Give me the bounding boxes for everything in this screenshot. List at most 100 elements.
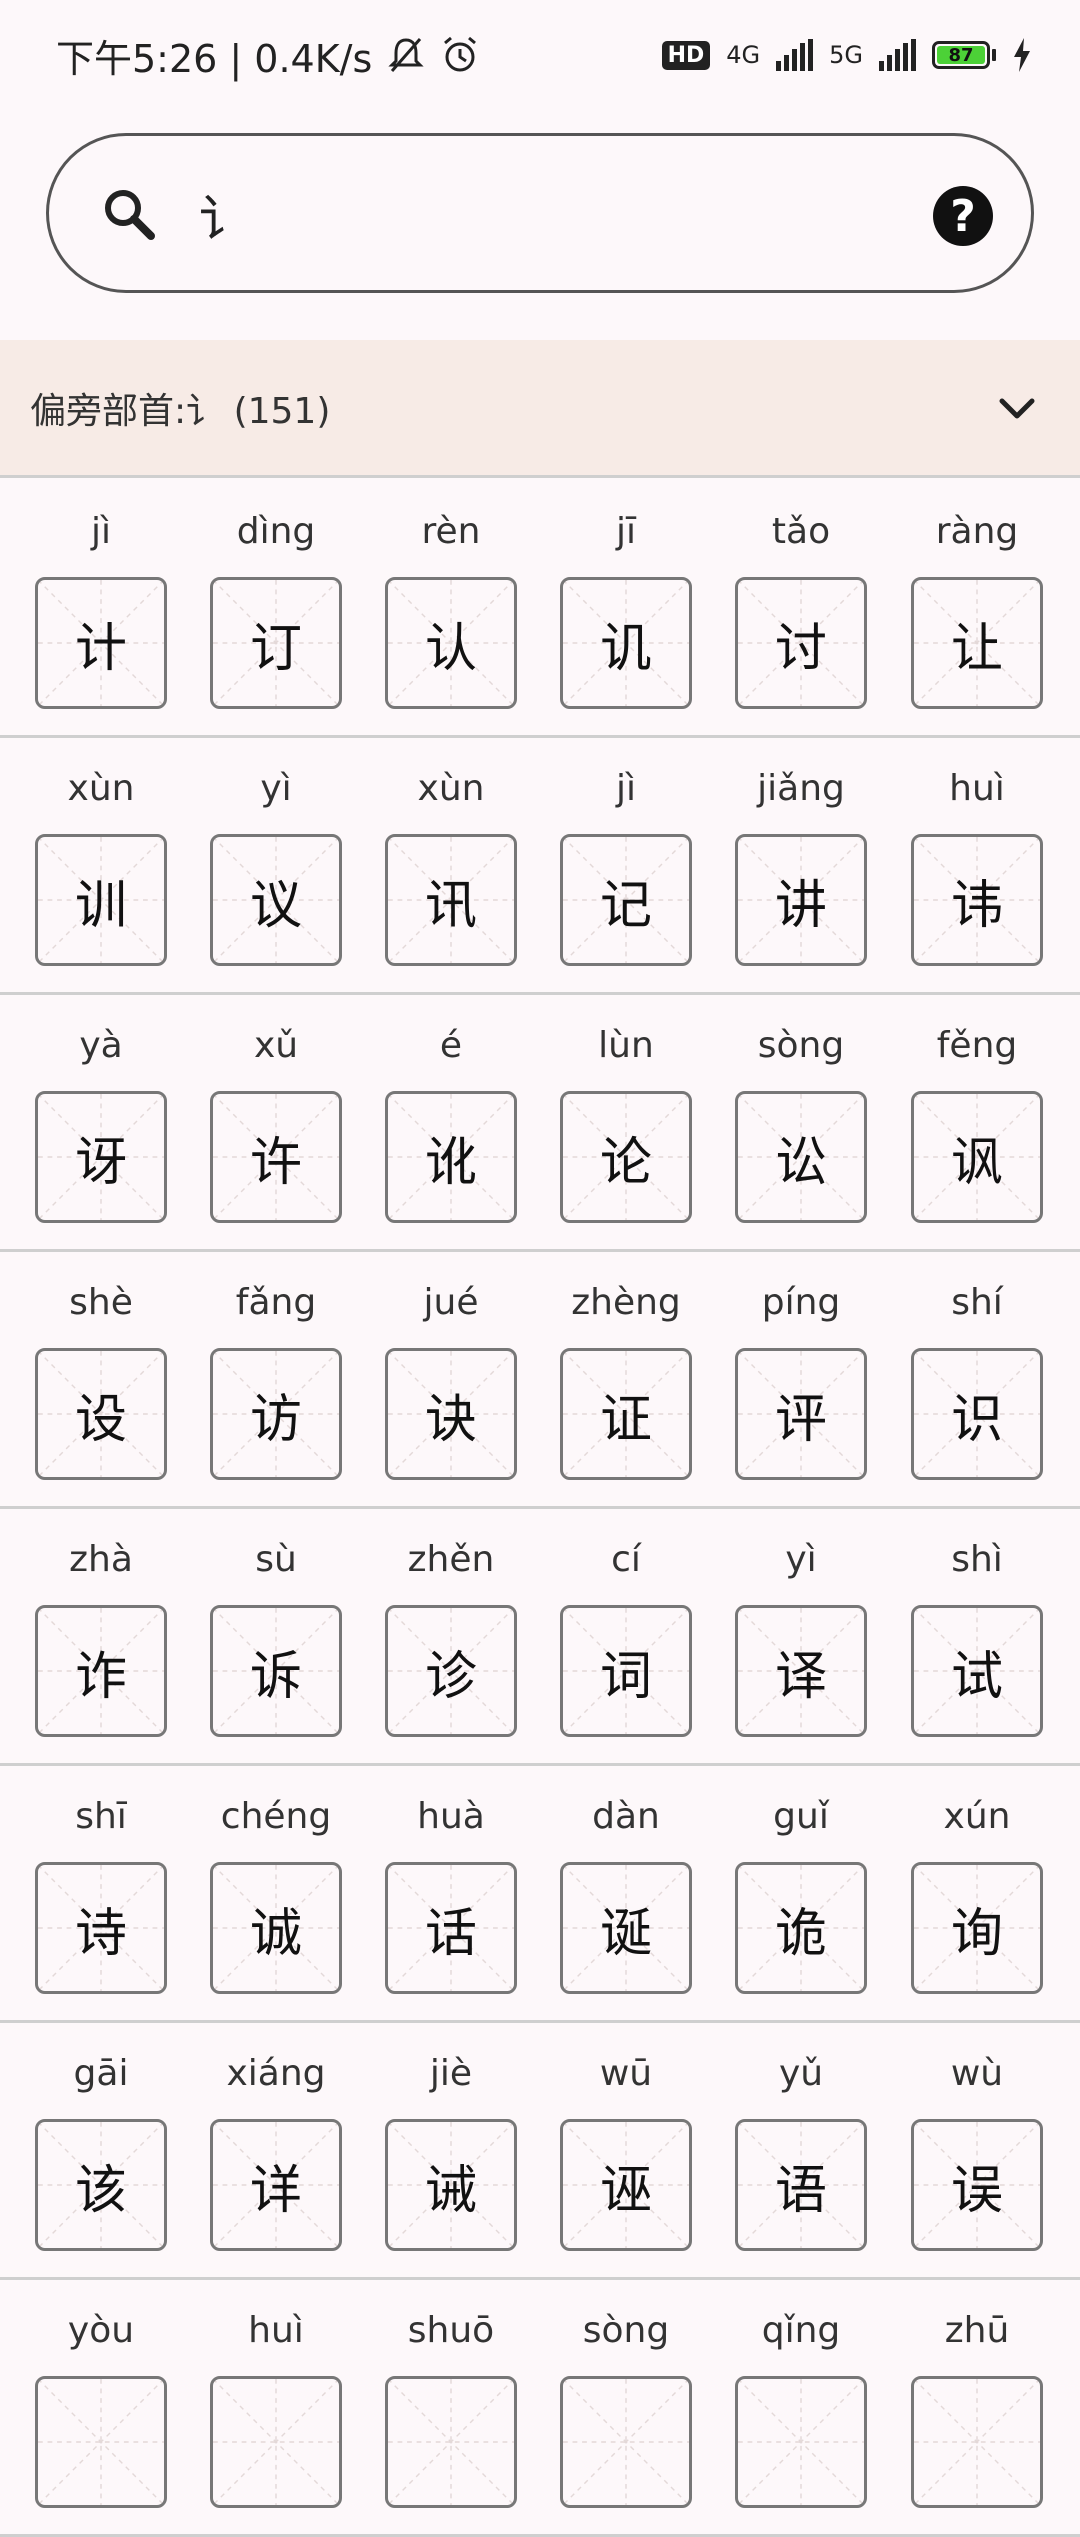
character-box[interactable]: 译 — [735, 1605, 867, 1737]
character-cell[interactable]: sòng 讼 — [735, 995, 867, 1252]
character-cell[interactable]: dìng 订 — [210, 481, 342, 738]
character-box[interactable]: 讳 — [911, 834, 1043, 966]
character-cell[interactable]: xùn 讯 — [385, 738, 517, 995]
character-box[interactable]: 讥 — [560, 577, 692, 709]
character-box[interactable] — [560, 2376, 692, 2508]
character-box[interactable]: 诉 — [210, 1605, 342, 1737]
character-cell[interactable]: wū 诬 — [560, 2023, 692, 2280]
character-cell[interactable]: rèn 认 — [385, 481, 517, 738]
character-box[interactable]: 讽 — [911, 1091, 1043, 1223]
character-box[interactable]: 讼 — [735, 1091, 867, 1223]
help-icon[interactable]: ? — [933, 186, 993, 246]
character-cell[interactable]: xiáng 详 — [210, 2023, 342, 2280]
search-bar[interactable]: ? — [46, 133, 1034, 293]
character-cell[interactable]: ràng 让 — [911, 481, 1043, 738]
character-cell[interactable]: píng 评 — [735, 1252, 867, 1509]
character-box[interactable]: 诚 — [210, 1862, 342, 1994]
character-cell[interactable]: sù 诉 — [210, 1509, 342, 1766]
character-cell[interactable]: guǐ 诡 — [735, 1766, 867, 2023]
character-cell[interactable]: jué 诀 — [385, 1252, 517, 1509]
character-cell[interactable]: shè 设 — [35, 1252, 167, 1509]
character-cell[interactable]: sòng — [560, 2280, 692, 2537]
character-cell[interactable]: yà 讶 — [35, 995, 167, 1252]
character-cell[interactable]: gāi 该 — [35, 2023, 167, 2280]
character-cell[interactable]: zhà 诈 — [35, 1509, 167, 1766]
character-box[interactable]: 试 — [911, 1605, 1043, 1737]
character-box[interactable]: 设 — [35, 1348, 167, 1480]
character-box[interactable] — [210, 2376, 342, 2508]
character-cell[interactable]: xǔ 许 — [210, 995, 342, 1252]
character-cell[interactable]: xùn 训 — [35, 738, 167, 995]
character-cell[interactable]: shī 诗 — [35, 1766, 167, 2023]
character-box[interactable]: 诗 — [35, 1862, 167, 1994]
character-box[interactable]: 记 — [560, 834, 692, 966]
character-box[interactable] — [911, 2376, 1043, 2508]
character-box[interactable] — [35, 2376, 167, 2508]
character-cell[interactable]: qǐng — [735, 2280, 867, 2537]
character-box[interactable] — [385, 2376, 517, 2508]
character-cell[interactable]: fǎng 访 — [210, 1252, 342, 1509]
character-box[interactable]: 讹 — [385, 1091, 517, 1223]
character-cell[interactable]: fěng 讽 — [911, 995, 1043, 1252]
character-cell[interactable]: zhū — [911, 2280, 1043, 2537]
character-box[interactable]: 识 — [911, 1348, 1043, 1480]
character-box[interactable]: 词 — [560, 1605, 692, 1737]
character-cell[interactable]: zhěn 诊 — [385, 1509, 517, 1766]
character-box[interactable]: 诞 — [560, 1862, 692, 1994]
character-box[interactable]: 训 — [35, 834, 167, 966]
character-box[interactable]: 计 — [35, 577, 167, 709]
character-cell[interactable]: huà 话 — [385, 1766, 517, 2023]
character-cell[interactable]: yì 译 — [735, 1509, 867, 1766]
character-box[interactable]: 评 — [735, 1348, 867, 1480]
character-box[interactable]: 详 — [210, 2119, 342, 2251]
character-cell[interactable]: jiè 诫 — [385, 2023, 517, 2280]
character-cell[interactable]: zhèng 证 — [560, 1252, 692, 1509]
character-box[interactable]: 话 — [385, 1862, 517, 1994]
character-cell[interactable]: huì 讳 — [911, 738, 1043, 995]
search-icon[interactable] — [101, 186, 157, 242]
character-box[interactable]: 议 — [210, 834, 342, 966]
character-cell[interactable]: cí 词 — [560, 1509, 692, 1766]
character-box[interactable]: 诬 — [560, 2119, 692, 2251]
character-box[interactable]: 该 — [35, 2119, 167, 2251]
search-input[interactable] — [197, 174, 901, 256]
character-box[interactable]: 诫 — [385, 2119, 517, 2251]
character-box[interactable]: 询 — [911, 1862, 1043, 1994]
character-cell[interactable]: dàn 诞 — [560, 1766, 692, 2023]
character-cell[interactable]: yòu — [35, 2280, 167, 2537]
character-cell[interactable]: shí 识 — [911, 1252, 1043, 1509]
character-box[interactable]: 诀 — [385, 1348, 517, 1480]
character-box[interactable]: 讲 — [735, 834, 867, 966]
character-box[interactable]: 讨 — [735, 577, 867, 709]
character-box[interactable]: 讯 — [385, 834, 517, 966]
character-box[interactable]: 让 — [911, 577, 1043, 709]
character-cell[interactable]: chéng 诚 — [210, 1766, 342, 2023]
character-cell[interactable]: huì — [210, 2280, 342, 2537]
character-cell[interactable]: jiǎng 讲 — [735, 738, 867, 995]
character-box[interactable]: 论 — [560, 1091, 692, 1223]
character-box[interactable]: 证 — [560, 1348, 692, 1480]
chevron-down-icon[interactable] — [996, 387, 1038, 429]
character-cell[interactable]: jī 讥 — [560, 481, 692, 738]
character-box[interactable]: 误 — [911, 2119, 1043, 2251]
character-box[interactable]: 语 — [735, 2119, 867, 2251]
character-box[interactable]: 许 — [210, 1091, 342, 1223]
character-box[interactable]: 认 — [385, 577, 517, 709]
character-box[interactable]: 访 — [210, 1348, 342, 1480]
character-cell[interactable]: wù 误 — [911, 2023, 1043, 2280]
character-cell[interactable]: shì 试 — [911, 1509, 1043, 1766]
character-cell[interactable]: shuō — [385, 2280, 517, 2537]
character-box[interactable]: 诊 — [385, 1605, 517, 1737]
character-cell[interactable]: yǔ 语 — [735, 2023, 867, 2280]
radical-section-header[interactable]: 偏旁部首:讠 (151) — [0, 340, 1080, 478]
character-box[interactable]: 订 — [210, 577, 342, 709]
character-cell[interactable]: xún 询 — [911, 1766, 1043, 2023]
character-box[interactable] — [735, 2376, 867, 2508]
character-cell[interactable]: lùn 论 — [560, 995, 692, 1252]
character-cell[interactable]: é讹 — [385, 995, 517, 1252]
character-box[interactable]: 讶 — [35, 1091, 167, 1223]
character-cell[interactable]: yì 议 — [210, 738, 342, 995]
character-cell[interactable]: jì 记 — [560, 738, 692, 995]
character-box[interactable]: 诡 — [735, 1862, 867, 1994]
character-box[interactable]: 诈 — [35, 1605, 167, 1737]
